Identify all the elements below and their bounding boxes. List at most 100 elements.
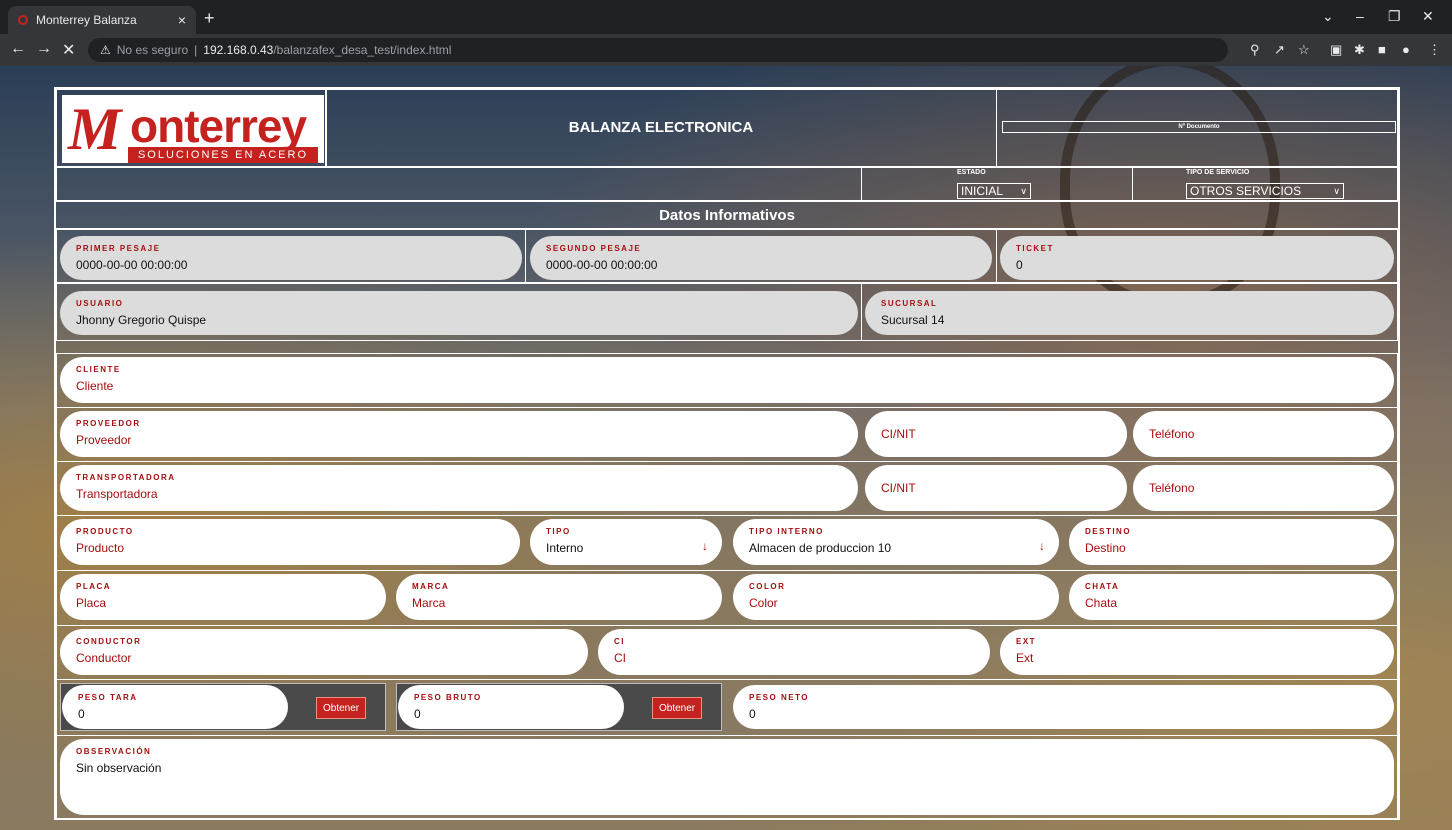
ticket-field: TICKET 0	[1000, 236, 1394, 280]
ext-input[interactable]: EXT Ext	[1000, 629, 1394, 675]
tipo-label: TIPO	[546, 527, 571, 536]
profile-icon[interactable]: ●	[1402, 42, 1410, 57]
menu-icon[interactable]: ⋮	[1428, 42, 1441, 58]
balanza-form: M onterrey SOLUCIONES EN ACERO BALANZA E…	[54, 87, 1400, 820]
share-icon[interactable]: ↗	[1274, 42, 1285, 58]
proveedor-phone-input[interactable]: Teléfono	[1133, 411, 1394, 457]
ci-placeholder: CI	[614, 651, 626, 665]
logo-letter: M	[68, 96, 122, 162]
close-window-icon[interactable]: ✕	[1422, 8, 1434, 25]
destino-input[interactable]: DESTINO Destino	[1069, 519, 1394, 565]
obtener-bruto-button[interactable]: Obtener	[652, 697, 703, 719]
cliente-label: CLIENTE	[76, 365, 121, 374]
conductor-label: CONDUCTOR	[76, 637, 142, 646]
observacion-textarea[interactable]: OBSERVACIÓN Sin observación	[60, 739, 1394, 815]
sidepanel-icon[interactable]: ■	[1378, 42, 1386, 57]
url-separator: |	[194, 43, 198, 57]
back-icon[interactable]: ←	[10, 40, 26, 58]
arrow-down-icon: ↓	[1039, 539, 1045, 553]
usuario-field: USUARIO Jhonny Gregorio Quispe	[60, 291, 858, 335]
logo-word: onterrey	[130, 100, 307, 152]
peso-neto-label: PESO NETO	[749, 693, 810, 702]
color-placeholder: Color	[749, 596, 778, 610]
chevron-down-icon: ∨	[1020, 185, 1027, 196]
ext-label: EXT	[1016, 637, 1037, 646]
minimize-icon[interactable]: –	[1356, 8, 1364, 24]
row-divider	[56, 735, 1398, 736]
section-title: Datos Informativos	[56, 201, 1398, 229]
ticket-value: 0	[1016, 258, 1023, 272]
tipo-interno-select[interactable]: TIPO INTERNO Almacen de produccion 10 ↓	[733, 519, 1059, 565]
forward-icon[interactable]: →	[36, 40, 52, 58]
obtener-tara-button[interactable]: Obtener	[316, 697, 367, 719]
tab-search-icon[interactable]: ⌄	[1322, 8, 1334, 25]
destino-label: DESTINO	[1085, 527, 1132, 536]
peso-tara-field: PESO TARA 0	[62, 685, 288, 729]
browser-tab[interactable]: Monterrey Balanza ×	[8, 6, 196, 34]
proveedor-input[interactable]: PROVEEDOR Proveedor	[60, 411, 858, 457]
producto-input[interactable]: PRODUCTO Producto	[60, 519, 520, 565]
zoom-icon[interactable]: ⚲	[1250, 42, 1260, 58]
transportadora-input[interactable]: TRANSPORTADORA Transportadora	[60, 465, 858, 511]
observacion-value: Sin observación	[76, 761, 162, 775]
servicio-select[interactable]: OTROS SERVICIOS ∨	[1186, 183, 1344, 199]
sucursal-value: Sucursal 14	[881, 313, 945, 327]
url-field[interactable]: ⚠ No es seguro | 192.168.0.43 /balanzafe…	[88, 38, 1228, 62]
row-divider	[56, 515, 1398, 516]
peso-bruto-value: 0	[414, 707, 421, 721]
status-empty-cell	[56, 167, 862, 201]
tipo-interno-value: Almacen de produccion 10	[749, 541, 892, 555]
url-host: 192.168.0.43	[203, 43, 274, 57]
segundo-pesaje-value: 0000-00-00 00:00:00	[546, 258, 658, 272]
color-label: COLOR	[749, 582, 786, 591]
primer-pesaje-field: PRIMER PESAJE 0000-00-00 00:00:00	[60, 236, 522, 280]
color-input[interactable]: COLOR Color	[733, 574, 1059, 620]
extension-icon[interactable]: ▣	[1330, 42, 1342, 58]
tipo-select[interactable]: TIPO Interno ↓	[530, 519, 722, 565]
producto-placeholder: Producto	[76, 541, 125, 555]
transportadora-phone-placeholder: Teléfono	[1149, 481, 1195, 495]
conductor-input[interactable]: CONDUCTOR Conductor	[60, 629, 588, 675]
primer-pesaje-value: 0000-00-00 00:00:00	[76, 258, 188, 272]
bookmark-star-icon[interactable]: ☆	[1298, 42, 1310, 58]
marca-input[interactable]: MARCA Marca	[396, 574, 722, 620]
placa-label: PLACA	[76, 582, 112, 591]
tab-close-icon[interactable]: ×	[178, 12, 186, 28]
sucursal-label: SUCURSAL	[881, 299, 938, 308]
peso-bruto-label: PESO BRUTO	[414, 693, 482, 702]
placa-input[interactable]: PLACA Placa	[60, 574, 386, 620]
estado-select[interactable]: INICIAL ∨	[957, 183, 1031, 199]
puzzle-icon[interactable]: ✱	[1354, 42, 1365, 58]
stop-icon[interactable]: ✕	[62, 40, 75, 60]
chata-input[interactable]: CHATA Chata	[1069, 574, 1394, 620]
segundo-pesaje-field: SEGUNDO PESAJE 0000-00-00 00:00:00	[530, 236, 992, 280]
chata-label: CHATA	[1085, 582, 1120, 591]
transportadora-ci-input[interactable]: CI/NIT	[865, 465, 1127, 511]
row-divider	[56, 407, 1398, 408]
estado-value: INICIAL	[961, 184, 1004, 198]
transportadora-phone-input[interactable]: Teléfono	[1133, 465, 1394, 511]
peso-tara-value: 0	[78, 707, 85, 721]
estado-label: ESTADO	[957, 169, 986, 176]
row-divider	[56, 570, 1398, 571]
ticket-label: TICKET	[1016, 244, 1054, 253]
browser-tabbar: Monterrey Balanza × + ⌄ – ❐ ✕	[0, 0, 1452, 34]
restore-icon[interactable]: ❐	[1388, 8, 1401, 25]
servicio-value: OTROS SERVICIOS	[1190, 184, 1302, 198]
peso-neto-value: 0	[749, 707, 756, 721]
proveedor-placeholder: Proveedor	[76, 433, 132, 447]
company-logo: M onterrey SOLUCIONES EN ACERO	[62, 95, 324, 163]
cliente-input[interactable]: CLIENTE Cliente	[60, 357, 1394, 403]
address-bar: ← → ✕ ⚠ No es seguro | 192.168.0.43 /bal…	[0, 34, 1452, 66]
tab-title: Monterrey Balanza	[36, 13, 137, 27]
conductor-placeholder: Conductor	[76, 651, 132, 665]
ci-input[interactable]: CI CI	[598, 629, 990, 675]
row-divider	[56, 679, 1398, 680]
new-tab-icon[interactable]: +	[204, 8, 215, 29]
segundo-pesaje-label: SEGUNDO PESAJE	[546, 244, 642, 253]
peso-tara-label: PESO TARA	[78, 693, 138, 702]
chevron-down-icon: ∨	[1333, 185, 1340, 196]
document-number-field[interactable]: Nº Documento	[1002, 121, 1396, 133]
proveedor-ci-input[interactable]: CI/NIT	[865, 411, 1127, 457]
usuario-value: Jhonny Gregorio Quispe	[76, 313, 207, 327]
